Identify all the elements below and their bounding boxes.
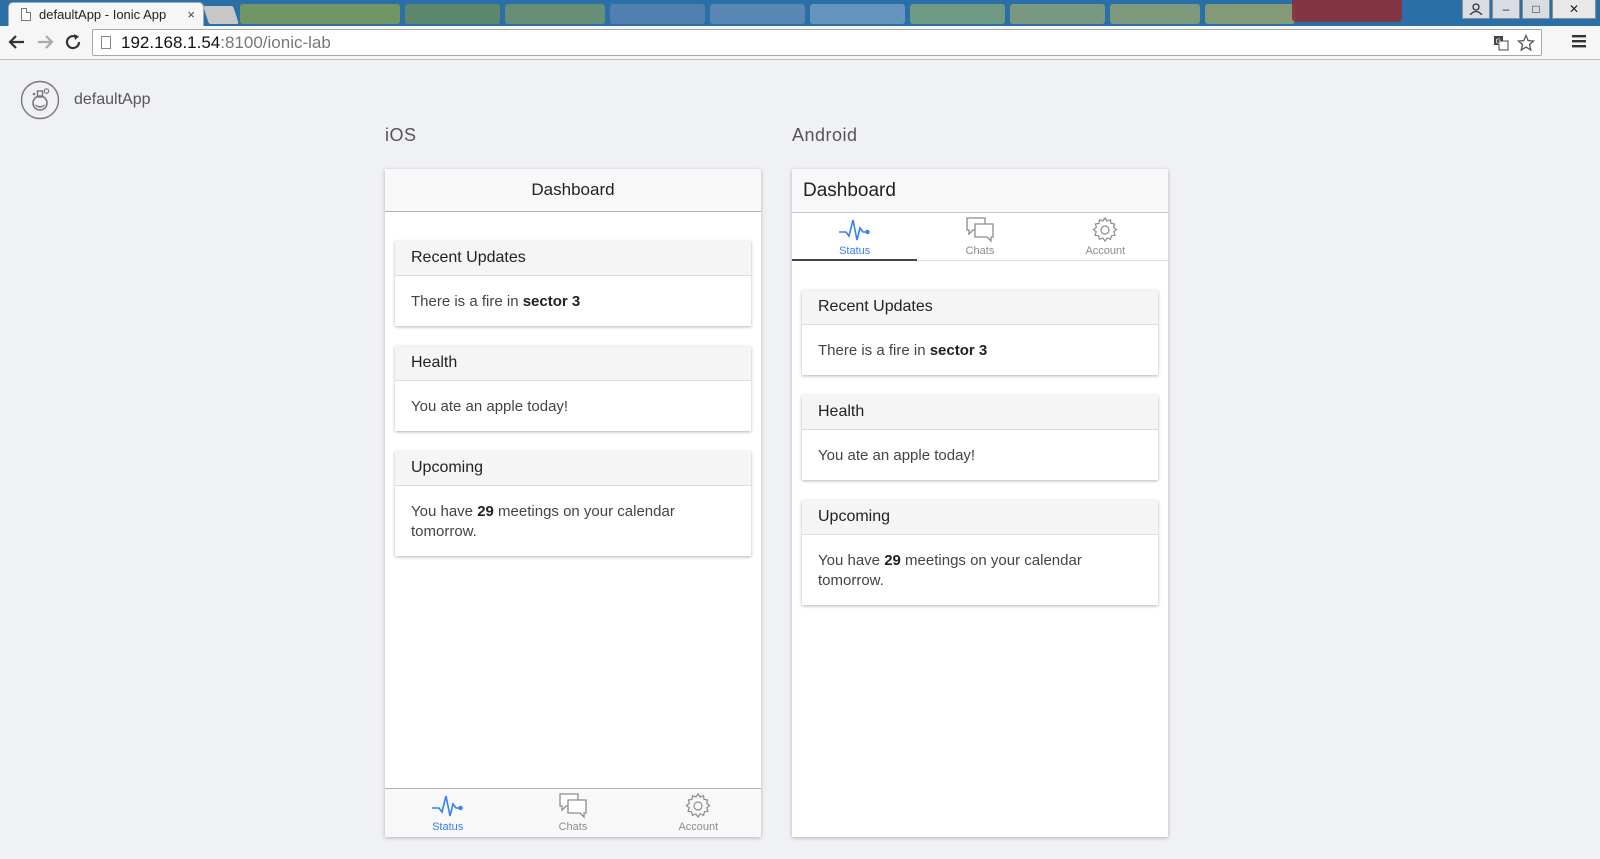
window-controls: – □ ✕ [1462,0,1596,19]
tab-label: Status [432,821,464,833]
android-tab-status[interactable]: Status [792,213,918,261]
card-title: Health [802,395,1158,430]
blurred-tab[interactable] [1205,4,1295,24]
back-arrow-icon [8,35,24,49]
url-host: 192.168.1.54 [121,32,221,52]
ios-tab-bar: Status Chats Account [385,788,761,837]
ionic-logo-icon [20,80,60,120]
android-platform-label: Android [792,125,858,145]
blurred-tab[interactable] [610,4,705,24]
card-text: You ate an apple today! [411,398,569,415]
reload-icon [65,34,81,50]
blurred-tab[interactable] [1110,4,1200,24]
back-button[interactable] [6,31,28,53]
android-tab-account[interactable]: Account [1043,213,1168,260]
maximize-button[interactable]: □ [1522,0,1550,19]
browser-toolbar: 192.168.1.54:8100/ionic-lab G [0,26,1600,60]
ios-tab-account[interactable]: Account [636,789,761,837]
browser-tabstrip: defaultApp - Ionic App × – □ ✕ [0,0,1600,26]
ios-header-title: Dashboard [385,169,761,212]
profile-icon[interactable] [1462,0,1490,19]
tab-label: Chats [965,245,995,257]
blurred-tab[interactable] [1010,4,1105,24]
card-health: Health You ate an apple today! [395,346,751,431]
card-text: You have 29 meetings on your calendar to… [411,503,675,540]
svg-text:G: G [1496,38,1501,46]
android-device-frame: Dashboard Status Chats Account Recent Up… [792,169,1168,837]
tab-close-icon[interactable]: × [187,7,195,22]
blurred-tab[interactable] [810,4,905,24]
card-health: Health You ate an apple today! [802,395,1158,480]
card-title: Health [395,346,751,381]
reload-button[interactable] [62,31,84,53]
page-icon [21,8,31,21]
card-text: There is a fire in sector 3 [411,293,581,310]
card-title: Recent Updates [802,290,1158,325]
tab-label: Account [1085,245,1126,257]
ios-tab-status[interactable]: Status [385,789,510,837]
app-name: defaultApp [74,91,151,108]
card-text: There is a fire in sector 3 [818,342,988,359]
android-tab-chats[interactable]: Chats [917,213,1042,260]
card-upcoming: Upcoming You have 29 meetings on your ca… [802,500,1158,605]
page-info-icon[interactable] [101,36,111,49]
ios-platform-label: iOS [385,125,417,145]
tab-title: defaultApp - Ionic App [39,7,167,22]
android-header-title: Dashboard [792,169,1168,212]
minimize-button[interactable]: – [1492,0,1520,19]
tab-label: Account [678,821,719,833]
profile-chip[interactable] [1292,0,1402,22]
ios-content: Recent Updates There is a fire in sector… [385,212,761,556]
new-tab-button[interactable] [203,6,239,24]
browser-menu-button[interactable] [1570,32,1590,52]
url-path: :8100/ionic-lab [220,32,331,52]
translate-icon[interactable]: G [1493,35,1509,51]
pulse-icon [431,795,463,817]
active-tab[interactable]: defaultApp - Ionic App × [8,2,204,26]
card-upcoming: Upcoming You have 29 meetings on your ca… [395,451,751,556]
blurred-tab[interactable] [240,4,400,24]
tab-label: Status [839,245,871,257]
omnibox-actions: G [1493,34,1535,52]
blurred-tab[interactable] [405,4,500,24]
blurred-tab[interactable] [710,4,805,24]
hamburger-icon [1572,35,1586,48]
card-recent-updates: Recent Updates There is a fire in sector… [802,290,1158,375]
blurred-tab[interactable] [505,4,605,24]
pulse-icon [838,219,870,241]
address-bar[interactable]: 192.168.1.54:8100/ionic-lab G [92,29,1542,56]
card-text: You have 29 meetings on your calendar to… [818,552,1082,589]
ios-tab-chats[interactable]: Chats [510,789,635,837]
gear-icon [1092,216,1118,243]
forward-button[interactable] [34,31,56,53]
chats-icon [559,793,587,819]
blurred-tab[interactable] [910,4,1005,24]
chats-icon [966,217,994,243]
tab-label: Chats [558,821,588,833]
ios-device-frame: Dashboard Recent Updates There is a fire… [385,169,761,837]
android-tab-bar: Status Chats Account [792,212,1168,261]
card-title: Recent Updates [395,241,751,276]
android-content: Recent Updates There is a fire in sector… [792,261,1168,605]
close-window-button[interactable]: ✕ [1552,0,1596,19]
forward-arrow-icon [38,35,54,49]
card-text: You ate an apple today! [818,447,976,464]
card-title: Upcoming [395,451,751,486]
gear-icon [685,792,711,819]
card-recent-updates: Recent Updates There is a fire in sector… [395,241,751,326]
card-title: Upcoming [802,500,1158,535]
bookmark-star-icon[interactable] [1517,34,1535,52]
